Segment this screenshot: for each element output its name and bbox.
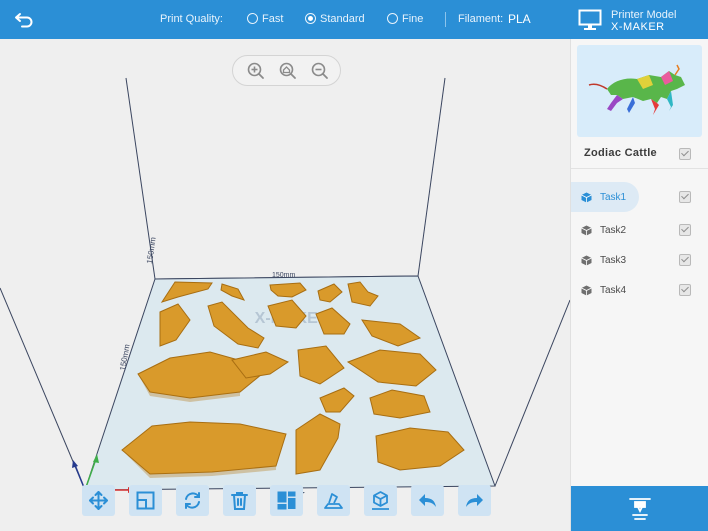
rotate-tool-button[interactable] — [176, 485, 209, 516]
build-volume-scene: X-MAKER 150mm 150mm 150mm — [0, 77, 570, 502]
move-icon — [89, 491, 108, 510]
task-label: Task2 — [600, 225, 627, 236]
top-bar: Print Quality: Fast Standard Fine Filame… — [0, 0, 708, 39]
zoom-out-icon — [311, 62, 328, 79]
cube-icon — [581, 285, 592, 296]
topbar-divider — [445, 12, 446, 27]
quality-fine-radio[interactable] — [387, 13, 398, 24]
task-checkbox[interactable] — [679, 224, 691, 236]
add-model-tool-button[interactable] — [364, 485, 397, 516]
cube-icon — [581, 192, 592, 203]
redo-icon — [466, 494, 483, 507]
task-item-4[interactable]: Task4 — [571, 275, 708, 305]
lay-flat-icon — [324, 493, 343, 509]
arrange-tool-button[interactable] — [270, 485, 303, 516]
task-label: Task1 — [600, 192, 627, 203]
model-name: Zodiac Cattle — [584, 147, 657, 159]
printer-monitor-icon — [578, 9, 602, 31]
task-item-3[interactable]: Task3 — [571, 245, 708, 275]
delete-icon — [231, 492, 248, 510]
quality-fast-label[interactable]: Fast — [262, 13, 283, 25]
add-model-icon — [372, 491, 389, 510]
rotate-icon — [185, 492, 200, 509]
delete-tool-button[interactable] — [223, 485, 256, 516]
bull-model-thumbnail — [588, 64, 685, 115]
undo-tool-button[interactable] — [411, 485, 444, 516]
filament-value[interactable]: PLA — [508, 12, 531, 26]
task-label: Task3 — [600, 255, 627, 266]
back-button[interactable] — [12, 8, 38, 32]
model-thumbnail[interactable] — [577, 45, 702, 137]
dim-label-vertical: 150mm — [145, 236, 158, 264]
3d-viewport[interactable]: X-MAKER 150mm 150mm 150mm — [0, 39, 570, 531]
redo-tool-button[interactable] — [458, 485, 491, 516]
quality-standard-label[interactable]: Standard — [320, 13, 365, 25]
task-checkbox[interactable] — [679, 254, 691, 266]
quality-fine-label[interactable]: Fine — [402, 13, 423, 25]
print-button[interactable] — [571, 486, 708, 531]
scale-tool-button[interactable] — [129, 485, 162, 516]
zoom-reset-button[interactable] — [278, 61, 298, 81]
lay-flat-tool-button[interactable] — [317, 485, 350, 516]
model-visibility-checkbox[interactable] — [679, 148, 691, 160]
scale-icon — [136, 491, 155, 510]
part-16 — [121, 421, 287, 475]
printer-model-label: Printer Model — [611, 9, 677, 21]
zoom-out-button[interactable] — [310, 61, 330, 81]
zoom-in-button[interactable] — [246, 61, 266, 81]
task-item-1[interactable]: Task1 — [571, 182, 708, 212]
filament-label: Filament: — [458, 13, 504, 25]
printer-model-value[interactable]: X-MAKER — [611, 21, 665, 33]
back-arrow-icon — [15, 13, 33, 28]
cube-icon — [581, 225, 592, 236]
task-item-2[interactable]: Task2 — [571, 215, 708, 245]
move-tool-button[interactable] — [82, 485, 115, 516]
home-view-icon — [279, 62, 296, 79]
print-nozzle-icon — [629, 498, 651, 520]
zoom-controls — [232, 55, 341, 86]
model-panel: Zodiac Cattle Task1 Task2 Task3 Task4 — [570, 39, 708, 531]
dim-label-width: 150mm — [272, 272, 296, 279]
arrange-icon — [277, 491, 296, 510]
quality-fast-radio[interactable] — [247, 13, 258, 24]
panel-divider — [571, 168, 708, 169]
task-checkbox[interactable] — [679, 284, 691, 296]
print-quality-label: Print Quality: — [160, 13, 223, 25]
zoom-in-icon — [247, 62, 264, 79]
quality-standard-radio[interactable] — [305, 13, 316, 24]
undo-icon — [419, 494, 436, 507]
cube-icon — [581, 255, 592, 266]
task-label: Task4 — [600, 285, 627, 296]
task-checkbox[interactable] — [679, 191, 691, 203]
